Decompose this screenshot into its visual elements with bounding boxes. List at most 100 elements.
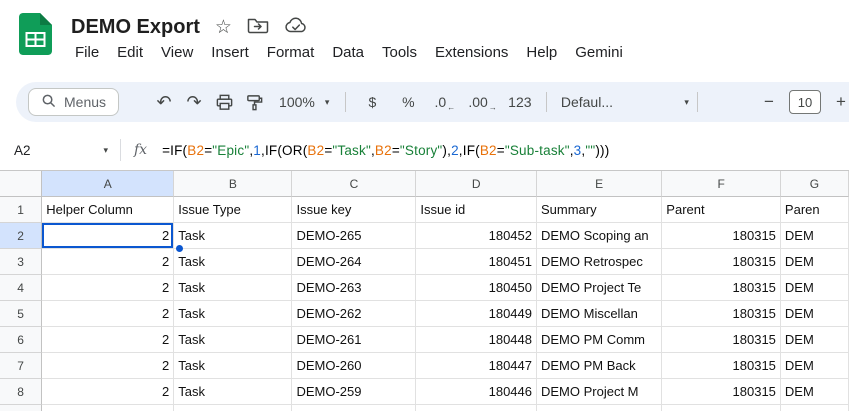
cell-D3[interactable]: 180451 bbox=[416, 249, 537, 275]
move-folder-icon[interactable] bbox=[247, 16, 269, 38]
cell-E7[interactable]: DEMO PM Back bbox=[537, 353, 663, 379]
row-header-partial[interactable] bbox=[0, 405, 43, 411]
menu-item-extensions[interactable]: Extensions bbox=[426, 42, 517, 63]
cell-E1[interactable]: Summary bbox=[537, 197, 663, 223]
print-button[interactable] bbox=[209, 87, 239, 117]
select-all-corner[interactable] bbox=[0, 171, 43, 197]
cell-D6[interactable]: 180448 bbox=[416, 327, 537, 353]
cell-G7[interactable]: DEM bbox=[780, 353, 849, 379]
cell-A3[interactable]: 2 bbox=[42, 249, 175, 275]
column-header-C[interactable]: C bbox=[292, 171, 417, 197]
undo-button[interactable]: ↶ bbox=[149, 87, 179, 117]
cell-E8[interactable]: DEMO Project M bbox=[537, 379, 663, 405]
row-header-6[interactable]: 6 bbox=[0, 327, 43, 353]
cell-A8[interactable]: 2 bbox=[42, 379, 175, 405]
cell-F4[interactable]: 180315 bbox=[662, 275, 781, 301]
cell-D2[interactable]: 180452 bbox=[416, 223, 537, 249]
cell-empty[interactable] bbox=[537, 405, 663, 411]
cell-F8[interactable]: 180315 bbox=[662, 379, 781, 405]
cell-B7[interactable]: Task bbox=[174, 353, 293, 379]
cell-F3[interactable]: 180315 bbox=[662, 249, 781, 275]
row-header-1[interactable]: 1 bbox=[0, 197, 43, 223]
fill-handle[interactable] bbox=[176, 245, 183, 252]
cell-B3[interactable]: Task bbox=[174, 249, 293, 275]
cell-C8[interactable]: DEMO-259 bbox=[292, 379, 417, 405]
cell-G5[interactable]: DEM bbox=[780, 301, 849, 327]
cell-F6[interactable]: 180315 bbox=[662, 327, 781, 353]
cell-empty[interactable] bbox=[780, 405, 849, 411]
cell-B5[interactable]: Task bbox=[174, 301, 293, 327]
cell-E6[interactable]: DEMO PM Comm bbox=[537, 327, 663, 353]
column-header-D[interactable]: D bbox=[416, 171, 537, 197]
cell-empty[interactable] bbox=[662, 405, 781, 411]
column-header-A[interactable]: A bbox=[42, 171, 175, 197]
cell-F5[interactable]: 180315 bbox=[662, 301, 781, 327]
cell-G4[interactable]: DEM bbox=[780, 275, 849, 301]
menus-search-button[interactable]: Menus bbox=[28, 88, 120, 116]
cell-F2[interactable]: 180315 bbox=[662, 223, 781, 249]
cell-C4[interactable]: DEMO-263 bbox=[292, 275, 417, 301]
row-header-7[interactable]: 7 bbox=[0, 353, 43, 379]
menu-item-tools[interactable]: Tools bbox=[373, 42, 426, 63]
cell-G2[interactable]: DEM bbox=[780, 223, 849, 249]
cell-E2[interactable]: DEMO Scoping an bbox=[537, 223, 663, 249]
decrease-decimal-button[interactable]: .0← bbox=[426, 94, 462, 112]
paint-format-button[interactable] bbox=[239, 87, 269, 117]
cell-G6[interactable]: DEM bbox=[780, 327, 849, 353]
cell-C2[interactable]: DEMO-265 bbox=[292, 223, 417, 249]
column-header-E[interactable]: E bbox=[537, 171, 663, 197]
cell-A7[interactable]: 2 bbox=[42, 353, 175, 379]
cell-D8[interactable]: 180446 bbox=[416, 379, 537, 405]
cell-E4[interactable]: DEMO Project Te bbox=[537, 275, 663, 301]
cell-empty[interactable] bbox=[416, 405, 537, 411]
menu-item-insert[interactable]: Insert bbox=[202, 42, 258, 63]
cell-C7[interactable]: DEMO-260 bbox=[292, 353, 417, 379]
cell-G3[interactable]: DEM bbox=[780, 249, 849, 275]
cell-E5[interactable]: DEMO Miscellan bbox=[537, 301, 663, 327]
row-header-3[interactable]: 3 bbox=[0, 249, 43, 275]
cell-C5[interactable]: DEMO-262 bbox=[292, 301, 417, 327]
name-box[interactable]: A2 ▾ bbox=[0, 143, 120, 158]
document-title[interactable]: DEMO Export bbox=[71, 16, 200, 39]
zoom-select[interactable]: 100% ▾ bbox=[279, 94, 329, 110]
cell-B1[interactable]: Issue Type bbox=[174, 197, 293, 223]
row-header-2[interactable]: 2 bbox=[0, 223, 43, 249]
cell-C1[interactable]: Issue key bbox=[292, 197, 417, 223]
column-header-G[interactable]: G bbox=[780, 171, 849, 197]
cell-D5[interactable]: 180449 bbox=[416, 301, 537, 327]
cell-A2[interactable]: 2 bbox=[42, 223, 175, 249]
menu-item-format[interactable]: Format bbox=[258, 42, 324, 63]
cell-B2[interactable]: Task bbox=[174, 223, 293, 249]
decrease-font-size-button[interactable]: − bbox=[758, 92, 780, 112]
cloud-saved-icon[interactable] bbox=[284, 16, 308, 38]
sheets-logo-icon[interactable] bbox=[19, 13, 52, 55]
menu-item-view[interactable]: View bbox=[152, 42, 202, 63]
format-currency-button[interactable]: $ bbox=[354, 94, 390, 110]
cell-C6[interactable]: DEMO-261 bbox=[292, 327, 417, 353]
cell-E3[interactable]: DEMO Retrospec bbox=[537, 249, 663, 275]
row-header-8[interactable]: 8 bbox=[0, 379, 43, 405]
cell-D7[interactable]: 180447 bbox=[416, 353, 537, 379]
menu-item-file[interactable]: File bbox=[66, 42, 108, 63]
cell-B8[interactable]: Task bbox=[174, 379, 293, 405]
cell-G1[interactable]: Paren bbox=[780, 197, 849, 223]
cell-D4[interactable]: 180450 bbox=[416, 275, 537, 301]
cell-D1[interactable]: Issue id bbox=[416, 197, 537, 223]
cell-F1[interactable]: Parent bbox=[662, 197, 781, 223]
more-formats-button[interactable]: 123 bbox=[502, 94, 538, 110]
cell-A1[interactable]: Helper Column bbox=[42, 197, 175, 223]
font-select[interactable]: Defaul... ▾ bbox=[561, 94, 689, 110]
redo-button[interactable]: ↷ bbox=[179, 87, 209, 117]
cell-empty[interactable] bbox=[174, 405, 293, 411]
menu-item-help[interactable]: Help bbox=[517, 42, 566, 63]
cell-F7[interactable]: 180315 bbox=[662, 353, 781, 379]
menu-item-data[interactable]: Data bbox=[323, 42, 373, 63]
star-icon[interactable]: ☆ bbox=[215, 18, 232, 37]
cell-A4[interactable]: 2 bbox=[42, 275, 175, 301]
increase-decimal-button[interactable]: .00→ bbox=[462, 94, 501, 112]
cell-A6[interactable]: 2 bbox=[42, 327, 175, 353]
cell-B4[interactable]: Task bbox=[174, 275, 293, 301]
column-header-F[interactable]: F bbox=[662, 171, 781, 197]
cell-C3[interactable]: DEMO-264 bbox=[292, 249, 417, 275]
column-header-B[interactable]: B bbox=[174, 171, 293, 197]
